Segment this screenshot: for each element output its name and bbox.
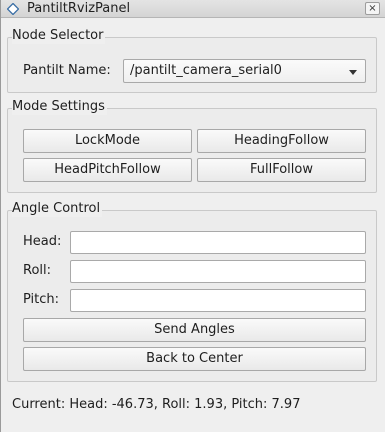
pitch-input[interactable] xyxy=(70,289,366,312)
current-angles-status: Current: Head: -46.73, Roll: 1.93, Pitch… xyxy=(12,397,301,412)
chevron-down-icon xyxy=(349,70,357,75)
window-title: PantiltRvizPanel xyxy=(27,1,131,16)
pitch-label: Pitch: xyxy=(23,292,60,307)
close-button[interactable]: × xyxy=(365,2,380,15)
title-bar: PantiltRvizPanel × xyxy=(1,0,385,18)
angle-control-title: Angle Control xyxy=(12,201,103,217)
fullfollow-button[interactable]: FullFollow xyxy=(197,158,366,182)
headpitchfollow-button[interactable]: HeadPitchFollow xyxy=(23,158,192,182)
diamond-icon xyxy=(7,3,19,15)
node-selector-title: Node Selector xyxy=(12,28,106,44)
lockmode-button[interactable]: LockMode xyxy=(23,129,192,153)
close-icon: × xyxy=(368,3,377,14)
headingfollow-button[interactable]: HeadingFollow xyxy=(197,129,366,153)
mode-settings-title: Mode Settings xyxy=(12,99,107,115)
send-angles-button[interactable]: Send Angles xyxy=(23,318,366,342)
pantilt-panel: PantiltRvizPanel × Node Selector Pantilt… xyxy=(0,0,385,432)
head-input[interactable] xyxy=(70,231,366,254)
pantilt-name-value: /pantilt_camera_serial0 xyxy=(130,63,282,78)
pantilt-name-dropdown[interactable]: /pantilt_camera_serial0 xyxy=(123,59,366,83)
back-to-center-button[interactable]: Back to Center xyxy=(23,347,366,371)
head-label: Head: xyxy=(23,234,62,249)
roll-input[interactable] xyxy=(70,260,366,283)
pantilt-name-label: Pantilt Name: xyxy=(23,63,111,78)
roll-label: Roll: xyxy=(23,263,52,278)
